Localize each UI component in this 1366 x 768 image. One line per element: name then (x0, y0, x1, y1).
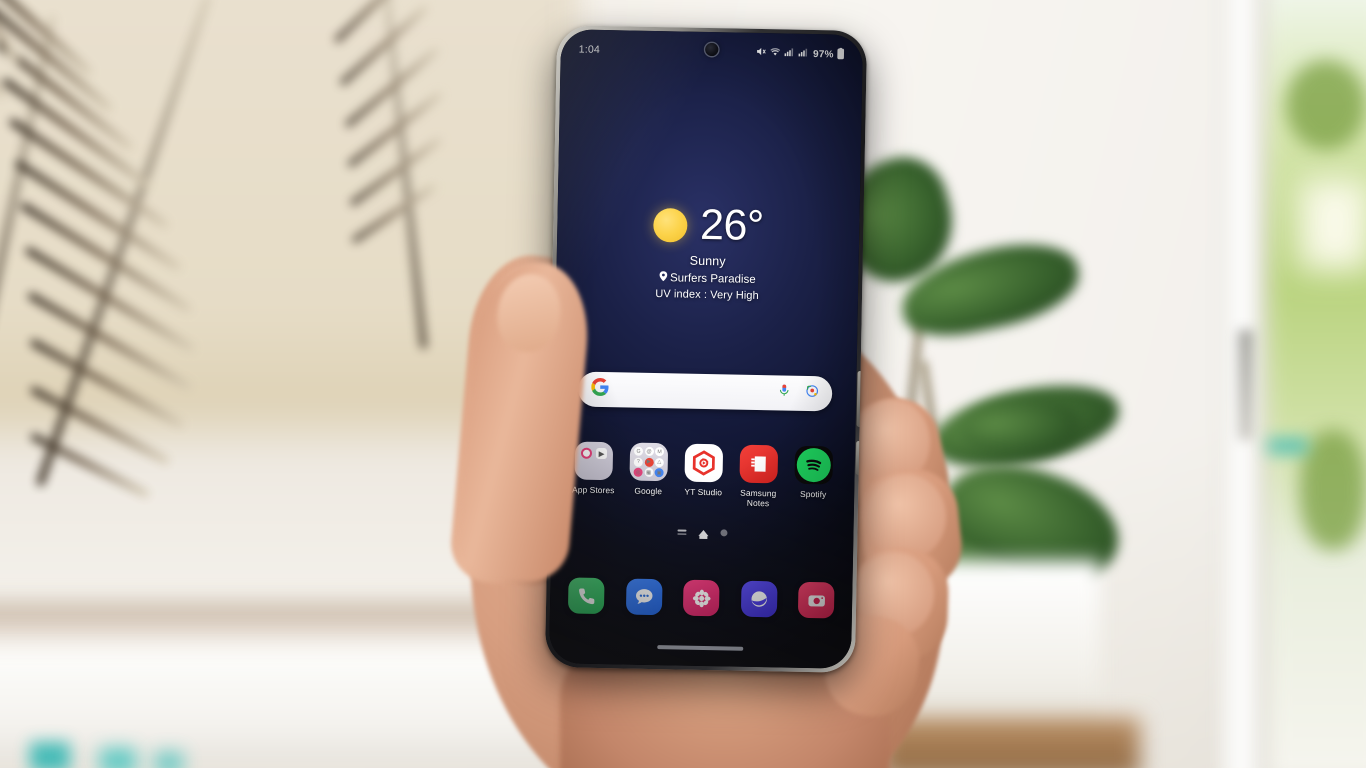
mini-app-icon: ▣ (654, 468, 664, 478)
screenshot-scene: 1:04 97% 26° Sunny Surfers Paradise UV i… (0, 0, 1366, 768)
status-bar-clock: 1:04 (578, 43, 601, 56)
spotify-icon[interactable] (794, 445, 834, 485)
google-lens-icon[interactable] (805, 384, 819, 403)
flower-gallery-icon[interactable] (682, 579, 720, 617)
app-label: YT Studio (684, 486, 723, 498)
sun-icon (652, 207, 688, 243)
teal-object (1268, 438, 1308, 454)
phone-bezel: 1:04 97% 26° Sunny Surfers Paradise UV i… (548, 29, 864, 669)
weather-location: Surfers Paradise (669, 271, 756, 286)
home-page-icon[interactable] (698, 529, 709, 536)
app-item-samsung-notes[interactable]: Samsung Notes (731, 444, 786, 509)
battery-icon (837, 47, 845, 62)
phone-screen[interactable]: 1:04 97% 26° Sunny Surfers Paradise UV i… (548, 29, 864, 669)
middle-fingertip (866, 474, 946, 560)
weather-widget-main: 26° (652, 200, 765, 251)
window-glare (1300, 180, 1366, 270)
spotify-logo (796, 447, 832, 483)
app-label: Samsung Notes (740, 487, 777, 509)
page-dot-icon[interactable] (720, 529, 728, 537)
teal-object (100, 748, 136, 768)
mini-app-icon: @ (644, 446, 654, 457)
signal-bars-icon (798, 47, 809, 61)
teal-object (30, 742, 70, 768)
mini-app-icon: ▦ (644, 467, 654, 478)
folder-icon[interactable]: ▶ (574, 441, 614, 481)
mini-app-icon: M (654, 447, 665, 457)
mini-app-icon: ▶ (644, 457, 654, 467)
mini-app-icon: ▶ (595, 447, 608, 460)
google-search-bar[interactable] (577, 371, 833, 412)
app-label: App Stores (571, 484, 615, 496)
mini-app-icon: △ (654, 457, 664, 467)
wifi-icon (770, 46, 781, 60)
folder-icon[interactable]: G @ M ? ▶ △ ◎ ▦ ▣ (629, 442, 669, 482)
mini-app-icon (580, 447, 593, 459)
weather-condition: Sunny (689, 253, 726, 269)
app-grid: ▶ App Stores G @ M ? ▶ △ ◎ ▦ ▣ Google YT… (566, 441, 841, 509)
gesture-handle[interactable] (657, 645, 744, 651)
dock (567, 577, 835, 619)
phone-device: 1:04 97% 26° Sunny Surfers Paradise UV i… (544, 25, 868, 673)
teal-object (155, 752, 183, 768)
screen-vignette (548, 29, 864, 669)
app-item-spotify[interactable]: Spotify (786, 445, 841, 510)
battery-percent-label: 97% (812, 48, 834, 60)
door-handle (1238, 330, 1254, 440)
weather-uv-index: UV index : Very High (655, 288, 759, 303)
app-item-google[interactable]: G @ M ? ▶ △ ◎ ▦ ▣ Google (621, 442, 676, 506)
search-actions (777, 383, 819, 403)
yt-studio-icon[interactable] (684, 443, 724, 483)
app-label: Spotify (799, 488, 827, 500)
wood-floor (880, 718, 1140, 768)
app-list-icon[interactable] (677, 529, 687, 535)
mini-app-icon: G (633, 446, 644, 456)
camera-icon[interactable] (797, 581, 835, 619)
weather-temperature: 26° (699, 200, 765, 251)
browser-planet-icon[interactable] (740, 580, 778, 618)
message-bubble-icon[interactable] (625, 578, 663, 616)
location-pin-icon (659, 271, 667, 284)
app-label: Google (634, 485, 663, 497)
mute-icon (756, 46, 767, 60)
weather-widget[interactable]: 26° Sunny Surfers Paradise UV index : Ve… (556, 201, 860, 304)
weather-location-row: Surfers Paradise (659, 271, 756, 286)
page-indicator (551, 526, 853, 539)
outdoor-foliage (1300, 430, 1366, 550)
phone-icon[interactable] (567, 577, 605, 615)
mini-app-icon: ◎ (633, 467, 643, 477)
mini-app-icon: ? (633, 457, 643, 467)
samsung-notes-icon[interactable] (739, 444, 779, 484)
status-bar-icons: 97% (756, 45, 845, 62)
outdoor-foliage (1286, 60, 1366, 150)
signal-bars-icon (784, 46, 795, 60)
google-g-logo (591, 377, 609, 401)
screen-glare (548, 29, 864, 669)
microphone-icon[interactable] (777, 383, 791, 402)
app-item-yt-studio[interactable]: YT Studio (676, 443, 731, 507)
